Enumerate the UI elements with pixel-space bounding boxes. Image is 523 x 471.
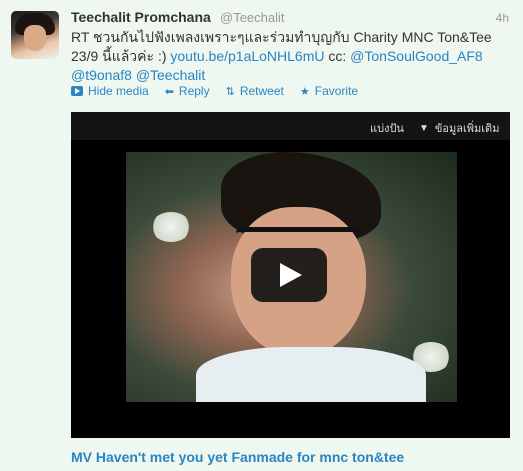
reply-button[interactable]: ⬅ Reply — [165, 84, 210, 98]
chevron-down-icon: ▼ — [419, 122, 429, 134]
more-info-button[interactable]: ▼ ข้อมูลเพิ่มเติม — [419, 119, 499, 137]
reply-label: Reply — [178, 84, 210, 98]
author-name[interactable]: Teechalit Promchana — [71, 9, 211, 25]
play-button[interactable] — [251, 248, 327, 302]
avatar[interactable] — [11, 11, 59, 59]
tweet-time[interactable]: 4h — [496, 11, 509, 25]
video-title-link[interactable]: MV Haven't met you yet Fanmade for mnc t… — [71, 449, 404, 465]
player-topbar: แบ่งปัน ▼ ข้อมูลเพิ่มเติม — [71, 112, 510, 140]
hide-media-label: Hide media — [88, 84, 149, 98]
video-player[interactable]: แบ่งปัน ▼ ข้อมูลเพิ่มเติม — [71, 112, 510, 438]
tweet-actions: Hide media ⬅ Reply ⇅ Retweet ★ Favorite — [71, 84, 358, 98]
share-button[interactable]: แบ่งปัน — [370, 119, 404, 137]
tweet-link[interactable]: youtu.be/p1aLoNHL6mU — [170, 48, 324, 64]
author-handle[interactable]: @Teechalit — [220, 10, 285, 25]
star-icon: ★ — [299, 85, 310, 98]
more-info-label: ข้อมูลเพิ่มเติม — [434, 123, 500, 135]
favorite-button[interactable]: ★ Favorite — [300, 84, 358, 98]
mention-teechalit[interactable]: @Teechalit — [136, 67, 205, 83]
mention-t9onaf8[interactable]: @t9onaf8 — [71, 67, 132, 83]
reply-icon: ⬅ — [164, 85, 174, 98]
retweet-label: Retweet — [239, 84, 284, 98]
tweet-text-cc: cc: — [324, 48, 351, 64]
favorite-label: Favorite — [314, 84, 359, 98]
hide-media-button[interactable]: Hide media — [71, 84, 149, 98]
tweet: Teechalit Promchana @Teechalit 4h RT ชวน… — [0, 0, 523, 471]
avatar-face — [24, 25, 46, 51]
tweet-text: RT ชวนกันไปฟังเพลงเพราะๆและร่วมทำบุญกับ … — [71, 28, 511, 85]
retweet-icon: ⇅ — [225, 85, 235, 98]
flower-decor — [151, 212, 191, 242]
retweet-button[interactable]: ⇅ Retweet — [226, 84, 284, 98]
thumbnail-shirt — [196, 347, 426, 402]
media-icon — [71, 86, 83, 96]
mention-tonsoulgood[interactable]: @TonSoulGood_AF8 — [350, 48, 483, 64]
